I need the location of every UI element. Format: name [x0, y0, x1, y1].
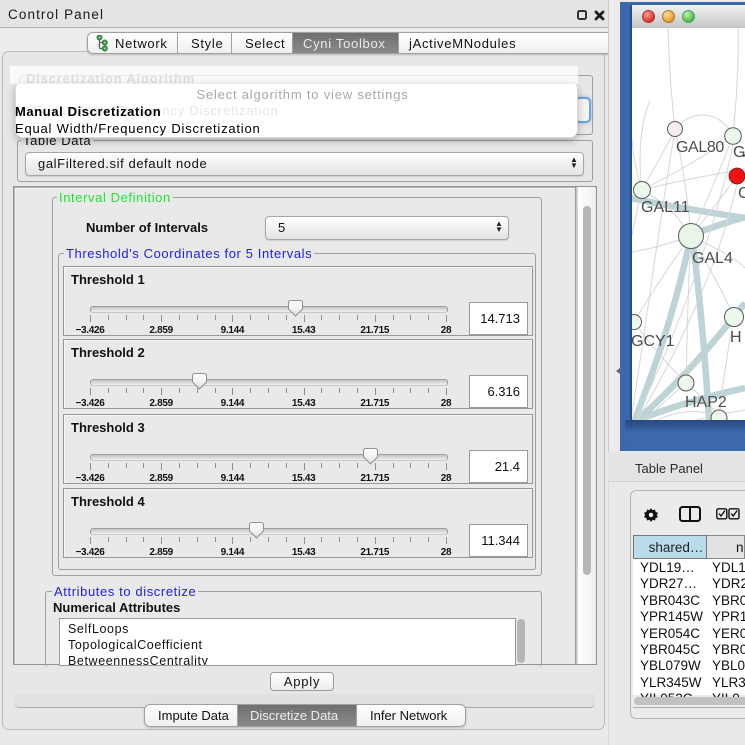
svg-text:GCY1: GCY1	[632, 333, 675, 350]
svg-text:H: H	[730, 329, 742, 346]
svg-text:HAP2: HAP2	[685, 394, 727, 411]
svg-text:GAL11: GAL11	[641, 199, 690, 216]
svg-text:C: C	[738, 185, 745, 202]
svg-text:GAL4: GAL4	[692, 250, 733, 267]
svg-text:GAL80: GAL80	[676, 139, 724, 156]
svg-text:G: G	[733, 144, 745, 161]
